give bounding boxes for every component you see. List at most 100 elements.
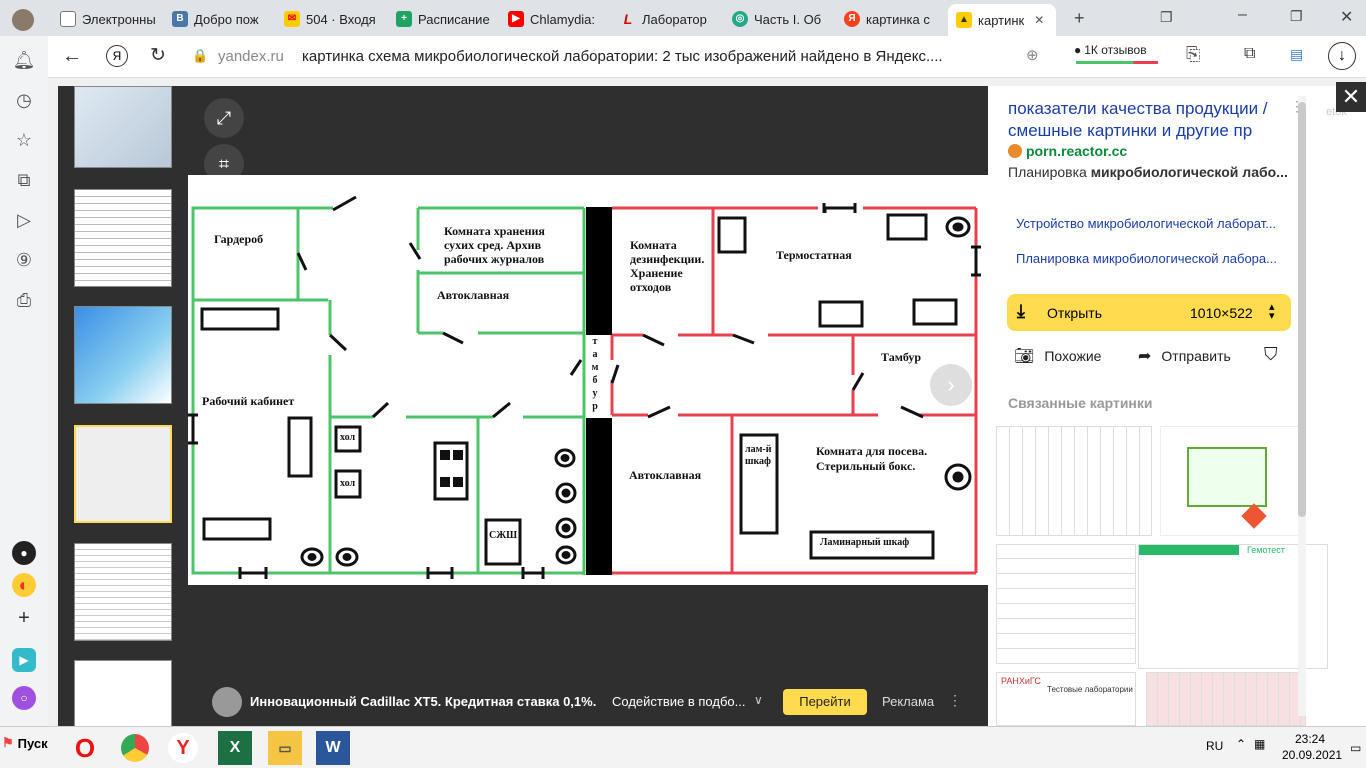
floor-plan-image[interactable]: Гардероб Комната хранения сухих сред. Ар…: [188, 175, 988, 585]
related-image[interactable]: [996, 544, 1136, 664]
tambur-letter: у: [592, 388, 598, 399]
tab-2[interactable]: ✉ 504 · Входя: [284, 4, 384, 34]
clipboard-icon[interactable]: ⎘: [1186, 44, 1200, 65]
fullscreen-icon[interactable]: ⤢: [204, 98, 244, 138]
clock-time[interactable]: 23:24: [1295, 732, 1325, 746]
tab-5[interactable]: L Лаборатор: [620, 4, 720, 34]
reviews-badge[interactable]: ● 1К отзывов: [1074, 43, 1147, 57]
chevron-down-icon[interactable]: ∨: [754, 693, 763, 707]
room-label-autoclave2: Автоклавная: [629, 468, 702, 482]
notifications-icon[interactable]: ▭: [1350, 741, 1361, 755]
back-icon[interactable]: ←: [62, 45, 82, 68]
bell-icon[interactable]: 🔔︎: [12, 48, 36, 72]
tab-7[interactable]: Якартинка с: [844, 4, 944, 34]
tab-1[interactable]: B Добро пож: [172, 4, 272, 34]
thumbnail[interactable]: [74, 306, 172, 404]
history-icon[interactable]: ◷: [12, 88, 36, 112]
tab-3[interactable]: + Расписание: [396, 4, 496, 34]
tab-0[interactable]: Электронны: [60, 4, 160, 34]
page-icon: [60, 11, 76, 27]
room-label-autoclave1: Автоклавная: [437, 288, 510, 302]
tambur-letter: б: [592, 375, 598, 386]
excel-icon[interactable]: X: [218, 731, 252, 765]
start-button[interactable]: ⚑ Пуск: [2, 735, 48, 751]
ad-subtext[interactable]: Содействие в подбо...: [612, 694, 745, 709]
chrome-icon[interactable]: [118, 731, 152, 765]
related-image-header: [1139, 545, 1239, 555]
site-settings-icon[interactable]: ⊕: [1026, 46, 1039, 64]
play-icon[interactable]: ▷: [12, 208, 36, 232]
open-label: Открыть: [1047, 305, 1102, 321]
video-icon[interactable]: ▶: [12, 648, 36, 672]
next-image-icon[interactable]: ›: [930, 364, 972, 406]
url-domain[interactable]: yandex.ru: [218, 48, 284, 65]
ad-go-button[interactable]: Перейти: [783, 689, 867, 715]
alice-icon[interactable]: ●: [12, 541, 36, 565]
scrollbar-thumb[interactable]: [1298, 102, 1306, 517]
share-label: Отправить: [1161, 348, 1231, 364]
share-button[interactable]: ➦ Отправить: [1138, 346, 1231, 366]
scrollbar[interactable]: [1298, 96, 1306, 716]
source-link[interactable]: porn.reactor.cc: [1026, 143, 1127, 159]
reload-icon[interactable]: ↻: [150, 44, 166, 67]
similar-button[interactable]: 📷︎ Похожие: [1014, 346, 1101, 366]
downloads-icon[interactable]: ↓: [1328, 42, 1356, 70]
comment-icon: ●: [1074, 43, 1082, 57]
related-image[interactable]: [1160, 426, 1300, 536]
bookmark-icon[interactable]: ⛉: [1264, 344, 1278, 365]
messenger-icon[interactable]: ○: [12, 686, 36, 710]
yandex-logo-icon[interactable]: Я: [106, 45, 128, 67]
tab-4[interactable]: ▶ Chlamydia:: [508, 4, 608, 34]
bookmark-tabs-icon[interactable]: ❐: [1160, 9, 1173, 26]
word-icon[interactable]: W: [316, 731, 350, 765]
page-title[interactable]: картинка схема микробиологической лабора…: [302, 48, 943, 65]
market-icon[interactable]: ◐: [12, 573, 36, 597]
collections-icon[interactable]: ⧉: [1244, 45, 1255, 63]
tab-8[interactable]: ▲ картинк ✕: [948, 4, 1056, 36]
thumbnail[interactable]: [74, 543, 172, 641]
extension-icon[interactable]: ▤: [1290, 46, 1303, 63]
thumbnail-selected[interactable]: [74, 425, 172, 523]
related-image[interactable]: [996, 426, 1152, 536]
ad-car-icon: [212, 687, 242, 717]
clock-date[interactable]: 20.09.2021: [1282, 748, 1342, 762]
thumbnail[interactable]: [74, 189, 172, 287]
related-link[interactable]: Планировка микробиологической лаборa...: [1016, 251, 1277, 266]
black-wall: [586, 418, 612, 575]
network-icon[interactable]: ▦: [1254, 737, 1265, 751]
more-icon[interactable]: ⋮: [948, 692, 962, 709]
minimize-icon[interactable]: –: [1238, 6, 1247, 24]
close-window-icon[interactable]: ✕: [1340, 7, 1353, 27]
thumbnail[interactable]: [74, 660, 172, 730]
notes-icon[interactable]: ⑨: [12, 248, 36, 272]
explorer-icon[interactable]: ▭: [268, 731, 302, 765]
thumbnail[interactable]: [74, 86, 172, 168]
profile-avatar[interactable]: [12, 9, 34, 31]
tab-label: картинк: [978, 12, 1025, 28]
related-image[interactable]: [1146, 672, 1306, 726]
tab-6[interactable]: ◎ Часть I. Об: [732, 4, 832, 34]
subtitle-bold: микробиологической лабо...: [1090, 164, 1288, 180]
tray-expand-icon[interactable]: ⌃: [1236, 737, 1246, 751]
image-icon: ▲: [956, 12, 972, 28]
image-title[interactable]: показатели качества продукции / смешные …: [1008, 98, 1288, 142]
tab-label: Лаборатор: [642, 11, 707, 27]
open-button[interactable]: ⤓ Открыть 1010×522 ▴ ▾: [1007, 294, 1291, 331]
new-tab-icon[interactable]: +: [1074, 8, 1085, 29]
star-icon[interactable]: ☆: [12, 128, 36, 152]
related-image[interactable]: РАНХиГС Тестовые лаборатории: [996, 672, 1136, 726]
restore-icon[interactable]: ❐: [1290, 8, 1303, 25]
ad-text[interactable]: Инновационный Cadillac XT5. Кредитная ст…: [250, 694, 596, 709]
related-link[interactable]: Устройство микробиологической лаборат...: [1016, 216, 1276, 231]
close-viewer-icon[interactable]: ✕: [1336, 82, 1366, 112]
screenshot-icon[interactable]: ⎙: [12, 288, 36, 312]
close-tab-icon[interactable]: ✕: [1034, 13, 1044, 27]
language-indicator[interactable]: RU: [1206, 739, 1223, 753]
opera-icon[interactable]: O: [68, 731, 102, 765]
windows-flag-icon: ⚑: [2, 735, 14, 750]
tabs-icon[interactable]: ⧉: [12, 168, 36, 192]
tambur-letter: т: [592, 336, 598, 347]
tambur-letter: р: [592, 401, 598, 412]
yandex-browser-icon[interactable]: Y: [168, 733, 198, 763]
add-icon[interactable]: +: [12, 606, 36, 630]
